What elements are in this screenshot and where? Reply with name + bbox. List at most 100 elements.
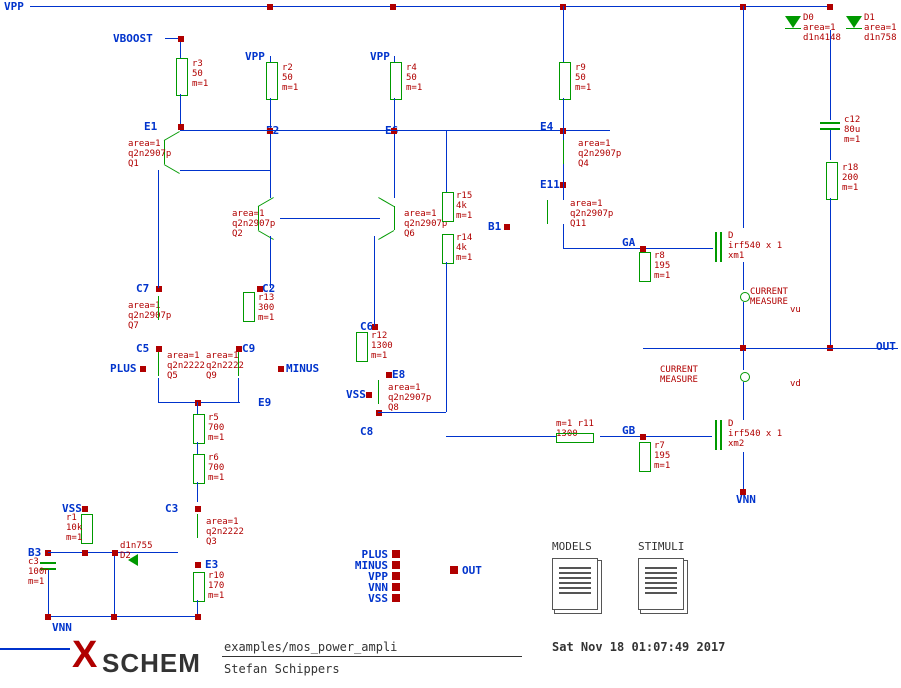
ann-r1: r1 10k m=1 <box>66 514 82 544</box>
wire <box>563 98 564 140</box>
wire <box>48 570 49 616</box>
wire <box>563 6 564 62</box>
node <box>82 506 88 512</box>
wire <box>600 436 712 437</box>
mosfet-xm1-gate <box>715 232 717 262</box>
wire <box>830 130 831 160</box>
wire <box>280 218 380 219</box>
bjt-bar <box>258 206 259 230</box>
label-e3: E3 <box>205 558 218 571</box>
stimuli-icon[interactable] <box>638 558 684 610</box>
bjt-bar <box>158 296 159 320</box>
bjt-bar <box>563 140 564 164</box>
node <box>257 286 263 292</box>
bjt-bar <box>547 200 548 224</box>
node <box>372 324 378 330</box>
ann-r15: r15 4k m=1 <box>456 192 472 222</box>
wire <box>563 164 564 200</box>
label-plus: PLUS <box>110 362 137 375</box>
wire <box>743 382 744 420</box>
cap-c12-top <box>820 122 840 124</box>
wire <box>743 350 744 370</box>
resistor-r10 <box>193 572 205 602</box>
node <box>195 506 201 512</box>
ann-vd: vd <box>790 380 801 390</box>
bjt-bar <box>158 352 159 376</box>
ann-xm1: D irf540 x 1 xm1 <box>728 232 782 262</box>
label-e9: E9 <box>258 396 271 409</box>
resistor-r13 <box>243 292 255 322</box>
label-vpp-2: VPP <box>245 50 265 63</box>
wire <box>378 412 446 413</box>
wire <box>180 94 181 124</box>
resistor-r1 <box>81 514 93 544</box>
node <box>195 562 201 568</box>
label-e4: E4 <box>540 120 553 133</box>
label-c7: C7 <box>136 282 149 295</box>
mosfet-xm2-gate <box>715 420 717 450</box>
resistor-r5 <box>193 414 205 444</box>
wire <box>197 482 198 502</box>
pin-out-icon <box>450 566 458 574</box>
ann-cm2: CURRENT MEASURE <box>660 366 698 386</box>
wire <box>446 436 556 437</box>
logo-schem: SCHEM <box>102 648 201 679</box>
pin-label-vss: VSS <box>362 592 388 605</box>
node <box>112 550 118 556</box>
ann-r8: r8 195 m=1 <box>654 252 670 282</box>
resistor-r15 <box>442 192 454 222</box>
label-ga: GA <box>622 236 635 249</box>
resistor-r4 <box>390 62 402 100</box>
node <box>156 286 162 292</box>
node <box>82 550 88 556</box>
ann-r6: r6 700 m=1 <box>208 454 224 484</box>
wire-out <box>643 348 898 349</box>
label-minus: MINUS <box>286 362 319 375</box>
ann-r14: r14 4k m=1 <box>456 234 472 264</box>
node <box>504 224 510 230</box>
ann-q4: area=1 q2n2907p Q4 <box>578 140 621 170</box>
wire <box>563 224 564 248</box>
resistor-r12 <box>356 332 368 362</box>
ann-r5: r5 700 m=1 <box>208 414 224 444</box>
wire <box>830 198 831 348</box>
resistor-r7 <box>639 442 651 472</box>
resistor-r6 <box>193 454 205 484</box>
label-c9: C9 <box>242 342 255 355</box>
bjt-bar <box>378 380 379 404</box>
node <box>156 346 162 352</box>
ann-xm2: D irf540 x 1 xm2 <box>728 420 782 450</box>
bjt-bar <box>197 514 198 538</box>
label-vnn-bl: VNN <box>52 621 72 634</box>
resistor-r2 <box>266 62 278 100</box>
wire <box>180 170 270 171</box>
ann-q11: area=1 q2n2907p Q11 <box>570 200 613 230</box>
node <box>391 128 397 134</box>
ann-q1: area=1 q2n2907p Q1 <box>128 140 171 170</box>
node <box>140 366 146 372</box>
node <box>386 372 392 378</box>
resistor-r8 <box>639 252 651 282</box>
label-c3: C3 <box>165 502 178 515</box>
label-vpp-3: VPP <box>370 50 390 63</box>
wire <box>270 98 271 198</box>
label-e8: E8 <box>392 368 405 381</box>
label-e1: E1 <box>144 120 157 133</box>
ann-c12: c12 80u m=1 <box>844 116 860 146</box>
ann-r2: r2 50 m=1 <box>282 64 298 94</box>
wire <box>238 378 239 402</box>
node <box>366 392 372 398</box>
bjt-e <box>258 197 274 207</box>
node <box>111 614 117 620</box>
node <box>195 400 201 406</box>
schematic-canvas: VPP D0 area=1 d1n4148 D1 area=1 d1n758 V… <box>0 0 901 688</box>
wire <box>394 98 395 198</box>
resistor-r3 <box>176 58 188 96</box>
ann-q8: area=1 q2n2907p Q8 <box>388 384 431 414</box>
node <box>178 36 184 42</box>
mosfet-xm2-chan <box>720 420 722 450</box>
footer-rule-left <box>0 648 70 650</box>
models-icon[interactable] <box>552 558 598 610</box>
pin-label-out: OUT <box>462 564 482 577</box>
ann-d2: d1n755 D2 <box>120 542 153 562</box>
